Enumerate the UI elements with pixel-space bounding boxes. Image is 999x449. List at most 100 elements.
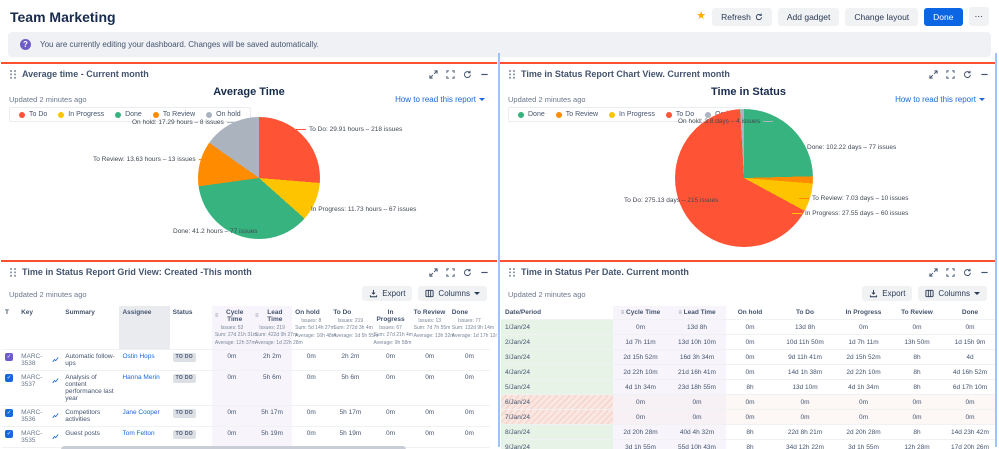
- issue-chart-icon[interactable]: [52, 376, 59, 385]
- legend-item-to-do[interactable]: To Do: [666, 111, 694, 118]
- column-header-done[interactable]: Done: [943, 306, 997, 320]
- legend-dot: [153, 112, 159, 118]
- legend-item-to-review[interactable]: To Review: [153, 111, 195, 118]
- column-header-to-review[interactable]: To ReviewIssues: 13Sum: 7d 7h 55mAverage…: [411, 306, 449, 349]
- fullscreen-icon[interactable]: [946, 268, 955, 277]
- columns-button[interactable]: Columns: [418, 286, 487, 301]
- minimize-icon[interactable]: [480, 70, 489, 79]
- diagonal-resize-icon[interactable]: [429, 268, 438, 277]
- fullscreen-icon[interactable]: [446, 70, 455, 79]
- drag-handle-icon[interactable]: [9, 69, 16, 79]
- legend-item-done[interactable]: Done: [115, 111, 142, 118]
- how-to-read-link[interactable]: How to read this report: [895, 95, 985, 104]
- add-gadget-button[interactable]: Add gadget: [778, 8, 839, 26]
- refresh-button[interactable]: Refresh: [712, 8, 772, 26]
- minimize-icon[interactable]: [480, 268, 489, 277]
- column-header-t[interactable]: T: [2, 306, 18, 349]
- columns-button[interactable]: Columns: [918, 286, 987, 301]
- columns-label: Columns: [938, 289, 970, 298]
- issue-summary[interactable]: Analysis of content performance last yea…: [62, 370, 119, 405]
- refresh-icon[interactable]: [963, 70, 972, 79]
- time-value-cell: 0m: [726, 350, 774, 365]
- column-header-to-do[interactable]: To DoIssues: 219Sum: 272d 3h 4mAverage: …: [330, 306, 370, 349]
- drag-handle-icon[interactable]: [508, 267, 515, 277]
- column-header-key[interactable]: Key: [18, 306, 62, 349]
- assignee-link[interactable]: Hanna Merin: [122, 374, 159, 381]
- column-header-date-period[interactable]: Date/Period: [501, 306, 613, 320]
- columns-label: Columns: [438, 289, 470, 298]
- date-cell: 3/Jan/24: [501, 350, 613, 365]
- drag-handle-icon[interactable]: [9, 267, 16, 277]
- minimize-icon[interactable]: [980, 268, 989, 277]
- diagonal-resize-icon[interactable]: [929, 268, 938, 277]
- issue-summary[interactable]: Automatic follow-ups: [62, 349, 119, 370]
- status-badge: TO DO: [173, 353, 196, 362]
- column-header-in-progress[interactable]: In Progress: [836, 306, 891, 320]
- minimize-icon[interactable]: [980, 70, 989, 79]
- gadget-actions: [929, 70, 989, 79]
- how-to-read-link[interactable]: How to read this report: [395, 95, 485, 104]
- label-leader-line: [261, 231, 271, 232]
- chevron-down-icon: [974, 292, 980, 295]
- issue-chart-icon[interactable]: [52, 355, 59, 364]
- column-header-done[interactable]: DoneIssues: 77Sum: 132d 9h 14mAverage: 1…: [449, 306, 490, 349]
- table-row: 6/Jan/240m0m0m0m0m0m0m: [501, 395, 997, 410]
- done-button[interactable]: Done: [924, 8, 962, 26]
- time-value-cell: 9d 11h 41m: [774, 350, 836, 365]
- column-header-lead-time[interactable]: ≡ Lead Time: [668, 306, 726, 320]
- column-header-cycle-time[interactable]: ≡ Cycle Time: [613, 306, 668, 320]
- issue-summary[interactable]: Guest posts: [62, 426, 119, 447]
- legend-item-in-progress[interactable]: In Progress: [609, 111, 655, 118]
- export-button[interactable]: Export: [862, 286, 912, 301]
- header-issues-count: Issues: 219: [333, 318, 367, 324]
- issue-chart-icon[interactable]: [52, 432, 59, 441]
- gadget-average-time: Average time - Current month Average Tim…: [1, 62, 497, 257]
- diagonal-resize-icon[interactable]: [929, 70, 938, 79]
- legend-label: On hold: [216, 111, 241, 118]
- time-value-cell: 4d: [943, 350, 997, 365]
- time-value-cell: 0m: [212, 426, 252, 447]
- legend-item-to-review[interactable]: To Review: [556, 111, 598, 118]
- issue-chart-icon[interactable]: [52, 411, 59, 420]
- assignee-link[interactable]: Tom Felton: [122, 430, 154, 437]
- column-header-to-do[interactable]: To Do: [774, 306, 836, 320]
- column-header-assignee[interactable]: Assignee: [119, 306, 169, 349]
- legend-item-in-progress[interactable]: In Progress: [58, 111, 104, 118]
- time-value-cell: 0m: [943, 395, 997, 410]
- export-button[interactable]: Export: [362, 286, 412, 301]
- legend-dot: [19, 112, 25, 118]
- drag-handle-icon[interactable]: [508, 69, 515, 79]
- diagonal-resize-icon[interactable]: [429, 70, 438, 79]
- column-header-on-hold[interactable]: On hold: [726, 306, 774, 320]
- fullscreen-icon[interactable]: [446, 268, 455, 277]
- banner-text: You are currently editing your dashboard…: [40, 40, 319, 49]
- legend-item-done[interactable]: Done: [518, 111, 545, 118]
- avg-time-pie[interactable]: [198, 117, 320, 239]
- table-row: 3/Jan/242d 15h 52m16d 3h 34m0m9d 11h 41m…: [501, 350, 997, 365]
- more-actions-button[interactable]: ⋯: [969, 7, 990, 26]
- issue-summary[interactable]: Competitors activities: [62, 405, 119, 426]
- time-in-status-pie[interactable]: [675, 109, 813, 247]
- assignee-link[interactable]: Ostin Hops: [122, 353, 154, 360]
- change-layout-button[interactable]: Change layout: [845, 8, 918, 26]
- column-header-to-review[interactable]: To Review: [891, 306, 943, 320]
- favorite-star-icon[interactable]: ★: [696, 11, 706, 22]
- column-resize-divider[interactable]: [995, 53, 997, 447]
- column-header-lead-time[interactable]: ≡Lead TimeIssues: 219Sum: 422d 9h 27mAve…: [252, 306, 292, 349]
- refresh-icon[interactable]: [463, 268, 472, 277]
- fullscreen-icon[interactable]: [946, 70, 955, 79]
- legend-dot: [115, 112, 121, 118]
- header-average: Average: 9h 58m: [373, 340, 407, 346]
- assignee-link[interactable]: Jane Cooper: [122, 409, 159, 416]
- column-header-summary[interactable]: Summary: [62, 306, 119, 349]
- refresh-icon[interactable]: [463, 70, 472, 79]
- legend-label: To Review: [566, 111, 598, 118]
- legend-item-to-do[interactable]: To Do: [19, 111, 47, 118]
- column-resize-divider[interactable]: [498, 53, 500, 447]
- column-header-cycle-time[interactable]: ≡Cycle TimeIssues: 53Sum: 27d 21h 31mAve…: [212, 306, 252, 349]
- column-header-status[interactable]: Status: [170, 306, 212, 349]
- column-header-in-progress[interactable]: In ProgressIssues: 67Sum: 27d 21h 4mAver…: [370, 306, 410, 349]
- refresh-icon[interactable]: [963, 268, 972, 277]
- legend-item-on-hold[interactable]: On hold: [206, 111, 241, 118]
- page-title: Team Marketing: [10, 9, 116, 25]
